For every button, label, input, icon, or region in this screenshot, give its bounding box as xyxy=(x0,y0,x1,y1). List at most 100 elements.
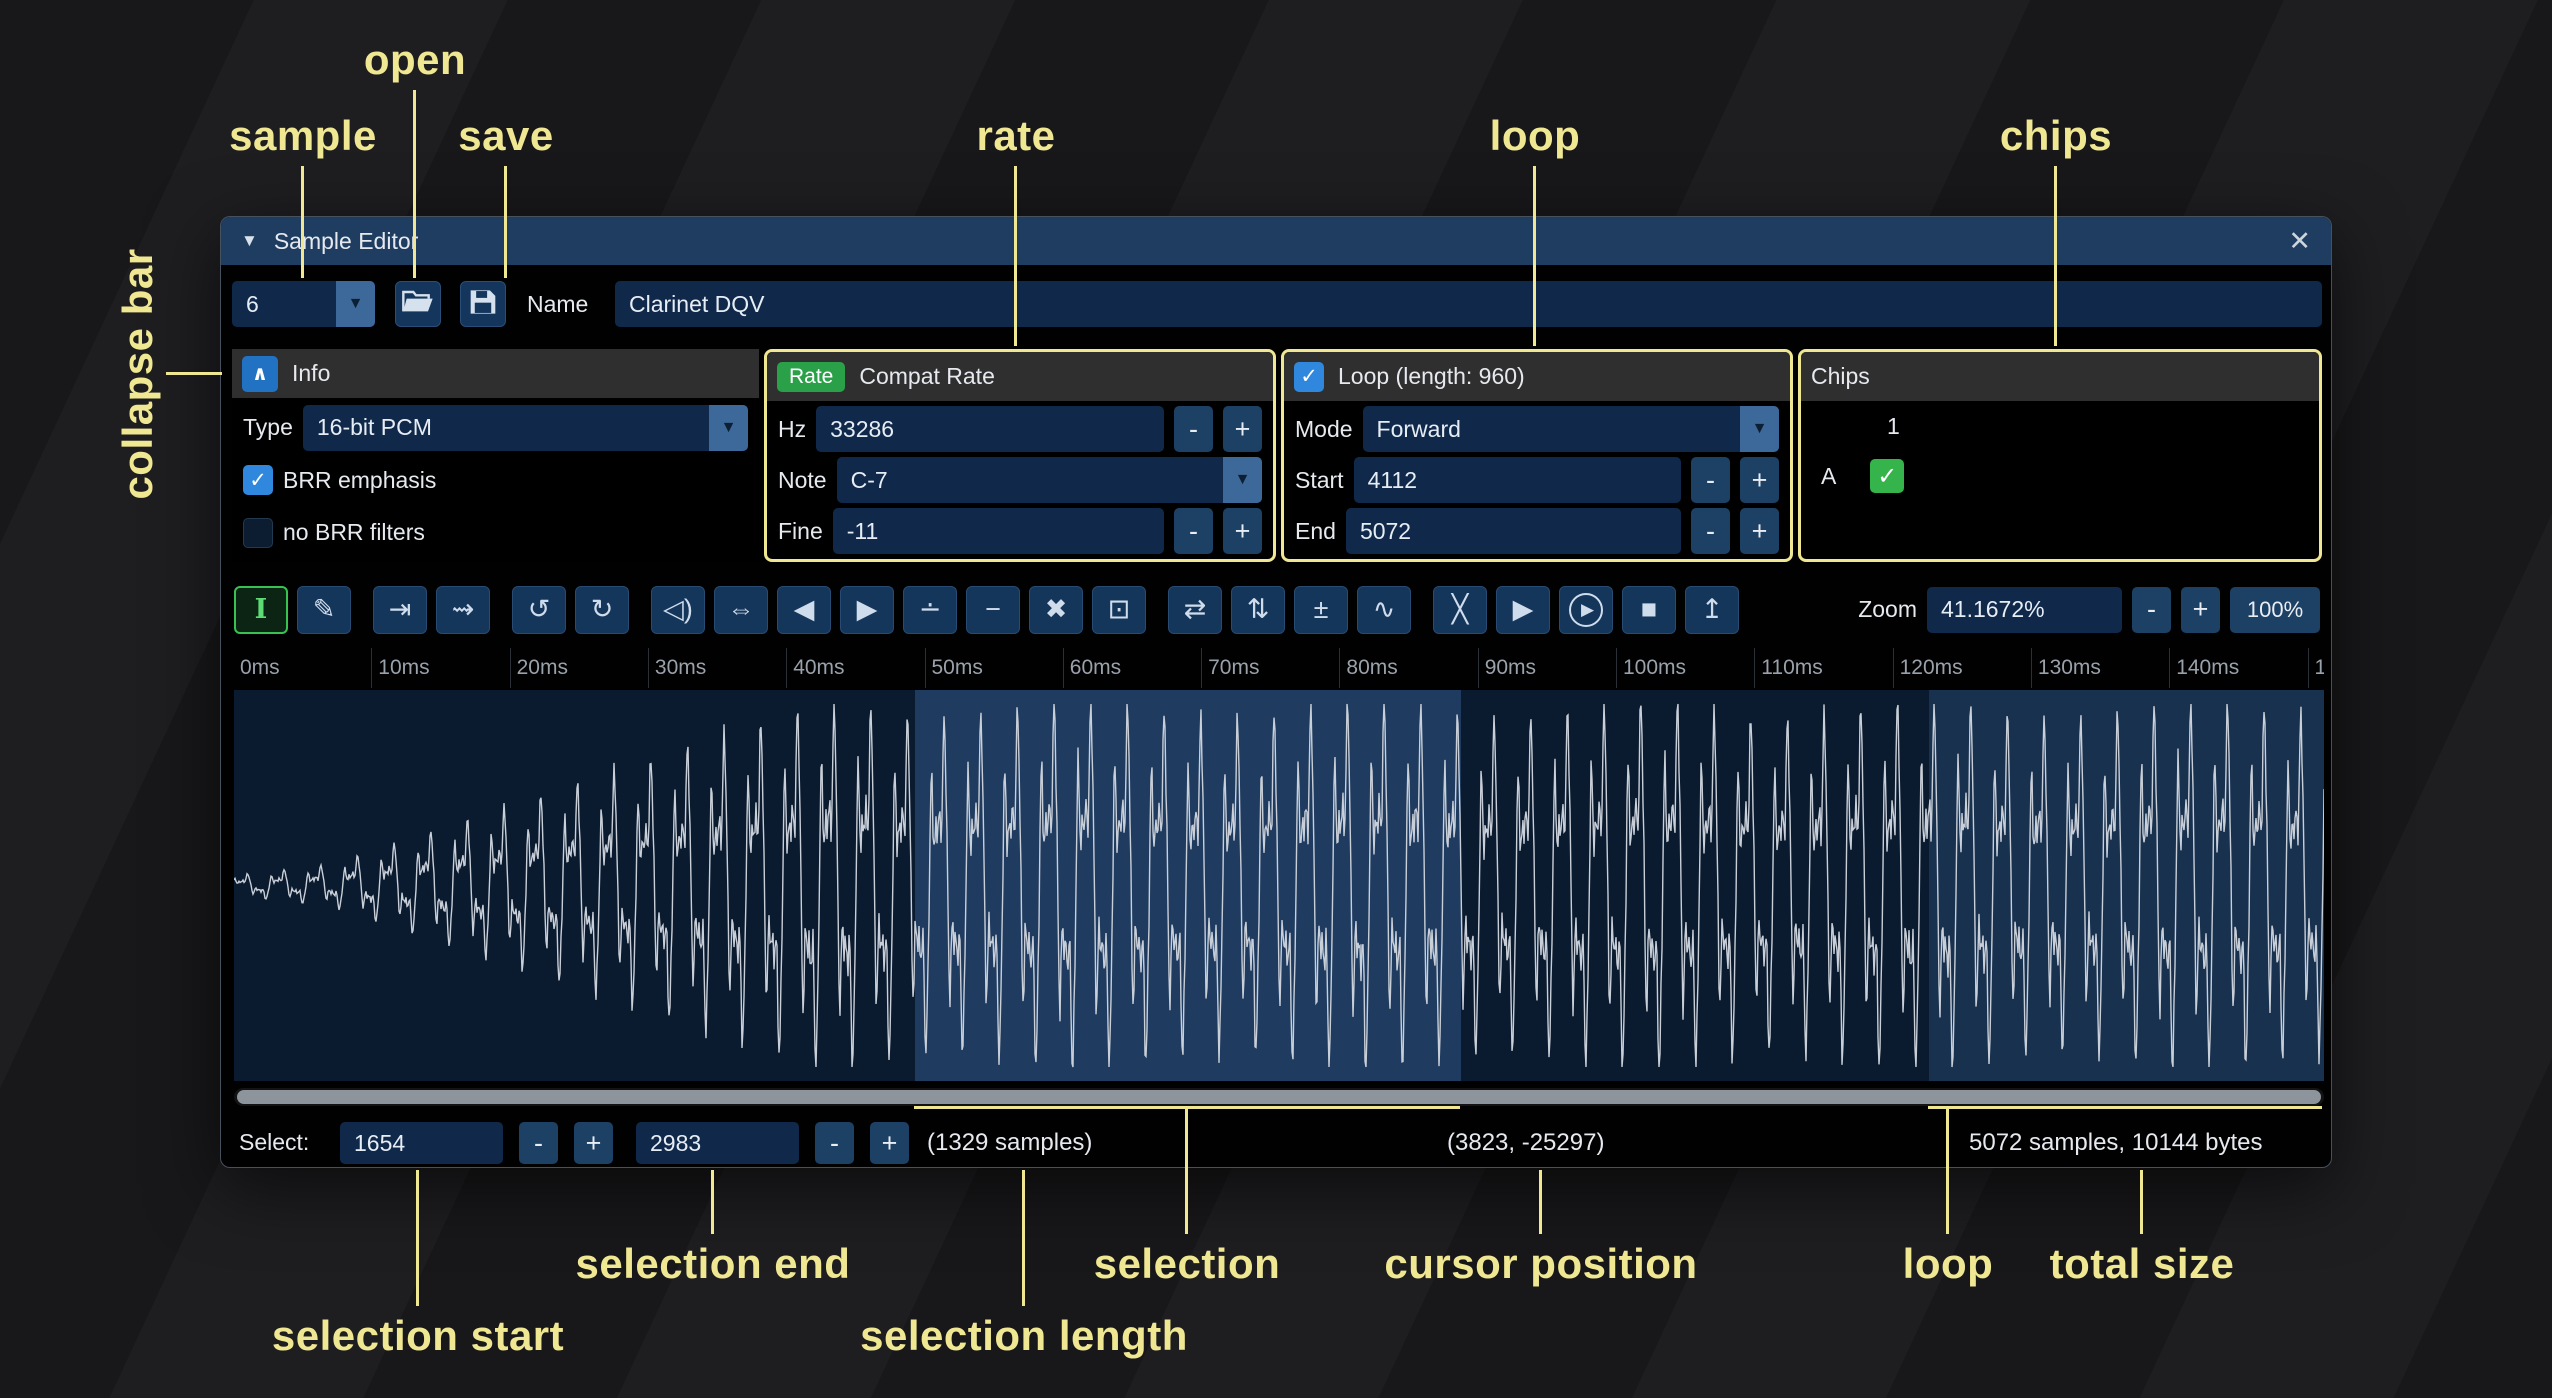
annotation-line-save xyxy=(504,166,507,278)
reverse-button[interactable]: ⇄ xyxy=(1168,586,1222,634)
ruler-label: 60ms xyxy=(1070,656,1121,680)
loop-mode-dropdown[interactable]: Forward ▼ xyxy=(1363,406,1779,452)
dropdown-arrow-icon: ▼ xyxy=(1740,406,1779,452)
chip-a-checkbox[interactable]: ✓ xyxy=(1870,459,1904,493)
loop-start-input[interactable]: 4112 xyxy=(1354,457,1681,503)
trim-button[interactable]: ⊡ xyxy=(1092,586,1146,634)
ruler-label: 90ms xyxy=(1485,656,1536,680)
rate-header: Rate Compat Rate xyxy=(767,352,1273,401)
hz-decrease-button[interactable]: - xyxy=(1174,406,1213,452)
ruler-label: 150ms xyxy=(2315,656,2325,680)
selection-length-text: (1329 samples) xyxy=(927,1129,1092,1157)
hz-increase-button[interactable]: + xyxy=(1223,406,1262,452)
draw-mode-button[interactable]: ✎ xyxy=(297,586,351,634)
dropdown-arrow-icon: ▼ xyxy=(709,405,748,451)
waveform-scrollbar[interactable] xyxy=(234,1088,2324,1106)
redo-button[interactable]: ↻ xyxy=(575,586,629,634)
annotation-total-size: total size xyxy=(2050,1240,2235,1288)
ruler-label: 110ms xyxy=(1761,656,1822,680)
selection-end-increase-button[interactable]: + xyxy=(870,1122,909,1164)
toolbar: I✎⇥⇝↺↻◁)⇔◀▶∸−✖⊡⇄⇅±∿╳▶▶■↥ Zoom 41.1672% -… xyxy=(234,582,2320,637)
selection-start-increase-button[interactable]: + xyxy=(574,1122,613,1164)
waveform-display[interactable] xyxy=(234,690,2324,1081)
selection-start-decrease-button[interactable]: - xyxy=(519,1122,558,1164)
stop-preview-button[interactable]: ■ xyxy=(1622,586,1676,634)
sample-number-dropdown[interactable]: 6 ▼ xyxy=(232,281,375,327)
amplify-button[interactable]: ◁) xyxy=(651,586,705,634)
fade-out-icon: ▶ xyxy=(857,594,878,625)
preview-button[interactable]: ▶ xyxy=(1496,586,1550,634)
select-mode-icon: I xyxy=(255,594,268,625)
no-brr-filters-checkbox[interactable] xyxy=(243,518,273,548)
loop-end-decrease-button[interactable]: - xyxy=(1691,508,1730,554)
loop-enable-checkbox[interactable]: ✓ xyxy=(1294,362,1324,392)
sign-exchange-icon: ± xyxy=(1314,594,1329,625)
loop-end-label: End xyxy=(1295,518,1336,545)
filter-icon: ∿ xyxy=(1373,594,1396,625)
fade-in-button[interactable]: ◀ xyxy=(777,586,831,634)
hz-label: Hz xyxy=(778,416,806,443)
open-button[interactable] xyxy=(395,281,441,327)
resample-icon: ⇝ xyxy=(452,594,475,625)
resize-button[interactable]: ⇥ xyxy=(373,586,427,634)
upload-button[interactable]: ↥ xyxy=(1685,586,1739,634)
preview-loop-button[interactable]: ▶ xyxy=(1559,586,1613,634)
zoom-out-button[interactable]: - xyxy=(2132,587,2171,633)
annotation-chips: chips xyxy=(2000,112,2112,160)
selection-end-input[interactable]: 2983 xyxy=(636,1122,799,1164)
annotation-bracket-loop xyxy=(1928,1106,2322,1109)
insert-silence-button[interactable]: ∸ xyxy=(903,586,957,634)
zoom-input[interactable]: 41.1672% xyxy=(1927,587,2122,633)
crossfade-loop-button[interactable]: ╳ xyxy=(1433,586,1487,634)
loop-end-increase-button[interactable]: + xyxy=(1740,508,1779,554)
selection-end-decrease-button[interactable]: - xyxy=(815,1122,854,1164)
hz-input[interactable]: 33286 xyxy=(816,406,1164,452)
annotation-loop: loop xyxy=(1490,112,1581,160)
ruler-label: 30ms xyxy=(655,656,706,680)
fade-out-button[interactable]: ▶ xyxy=(840,586,894,634)
annotation-line-collapse-bar xyxy=(166,372,222,375)
filter-button[interactable]: ∿ xyxy=(1357,586,1411,634)
invert-button[interactable]: ⇅ xyxy=(1231,586,1285,634)
close-icon[interactable]: ✕ xyxy=(2288,226,2311,257)
annotation-cursor-position: cursor position xyxy=(1384,1240,1697,1288)
select-mode-button[interactable]: I xyxy=(234,586,288,634)
collapse-info-button[interactable]: ∧ xyxy=(242,356,278,392)
loop-start-decrease-button[interactable]: - xyxy=(1691,457,1730,503)
delete-button[interactable]: ✖ xyxy=(1029,586,1083,634)
window-collapse-icon[interactable]: ▼ xyxy=(241,231,258,251)
loop-mode-label: Mode xyxy=(1295,416,1353,443)
annotation-line-sample xyxy=(301,166,304,278)
name-input[interactable]: Clarinet DQV xyxy=(615,281,2322,327)
fine-input[interactable]: -11 xyxy=(833,508,1164,554)
normalize-button[interactable]: ⇔ xyxy=(714,586,768,634)
loop-end-value: 5072 xyxy=(1360,518,1411,545)
zoom-label: Zoom xyxy=(1858,596,1917,623)
brr-emphasis-checkbox[interactable]: ✓ xyxy=(243,465,273,495)
fine-increase-button[interactable]: + xyxy=(1223,508,1262,554)
sign-exchange-button[interactable]: ± xyxy=(1294,586,1348,634)
resample-button[interactable]: ⇝ xyxy=(436,586,490,634)
sample-editor-window: ▼ Sample Editor ✕ 6 ▼ xyxy=(220,216,2332,1168)
loop-start-increase-button[interactable]: + xyxy=(1740,457,1779,503)
annotation-line-loop xyxy=(1533,166,1536,346)
save-button[interactable] xyxy=(460,281,506,327)
sample-type-dropdown[interactable]: 16-bit PCM ▼ xyxy=(303,405,748,451)
zoom-in-button[interactable]: + xyxy=(2181,587,2220,633)
stop-preview-icon: ■ xyxy=(1641,594,1657,625)
zoom-reset-button[interactable]: 100% xyxy=(2230,587,2320,633)
ruler-label: 120ms xyxy=(1900,656,1963,680)
undo-button[interactable]: ↺ xyxy=(512,586,566,634)
note-value: C-7 xyxy=(851,467,888,494)
loop-end-input[interactable]: 5072 xyxy=(1346,508,1681,554)
cursor-position-text: (3823, -25297) xyxy=(1447,1129,1604,1157)
scrollbar-thumb[interactable] xyxy=(237,1090,2321,1104)
loop-mode-value: Forward xyxy=(1377,416,1461,443)
note-dropdown[interactable]: C-7 ▼ xyxy=(837,457,1262,503)
statusbar: Select: 1654 - + 2983 - + (1329 samples)… xyxy=(221,1117,2331,1169)
apply-silence-icon: − xyxy=(985,594,1001,625)
apply-silence-button[interactable]: − xyxy=(966,586,1020,634)
fine-decrease-button[interactable]: - xyxy=(1174,508,1213,554)
selection-start-input[interactable]: 1654 xyxy=(340,1122,503,1164)
info-header-label: Info xyxy=(292,360,330,387)
